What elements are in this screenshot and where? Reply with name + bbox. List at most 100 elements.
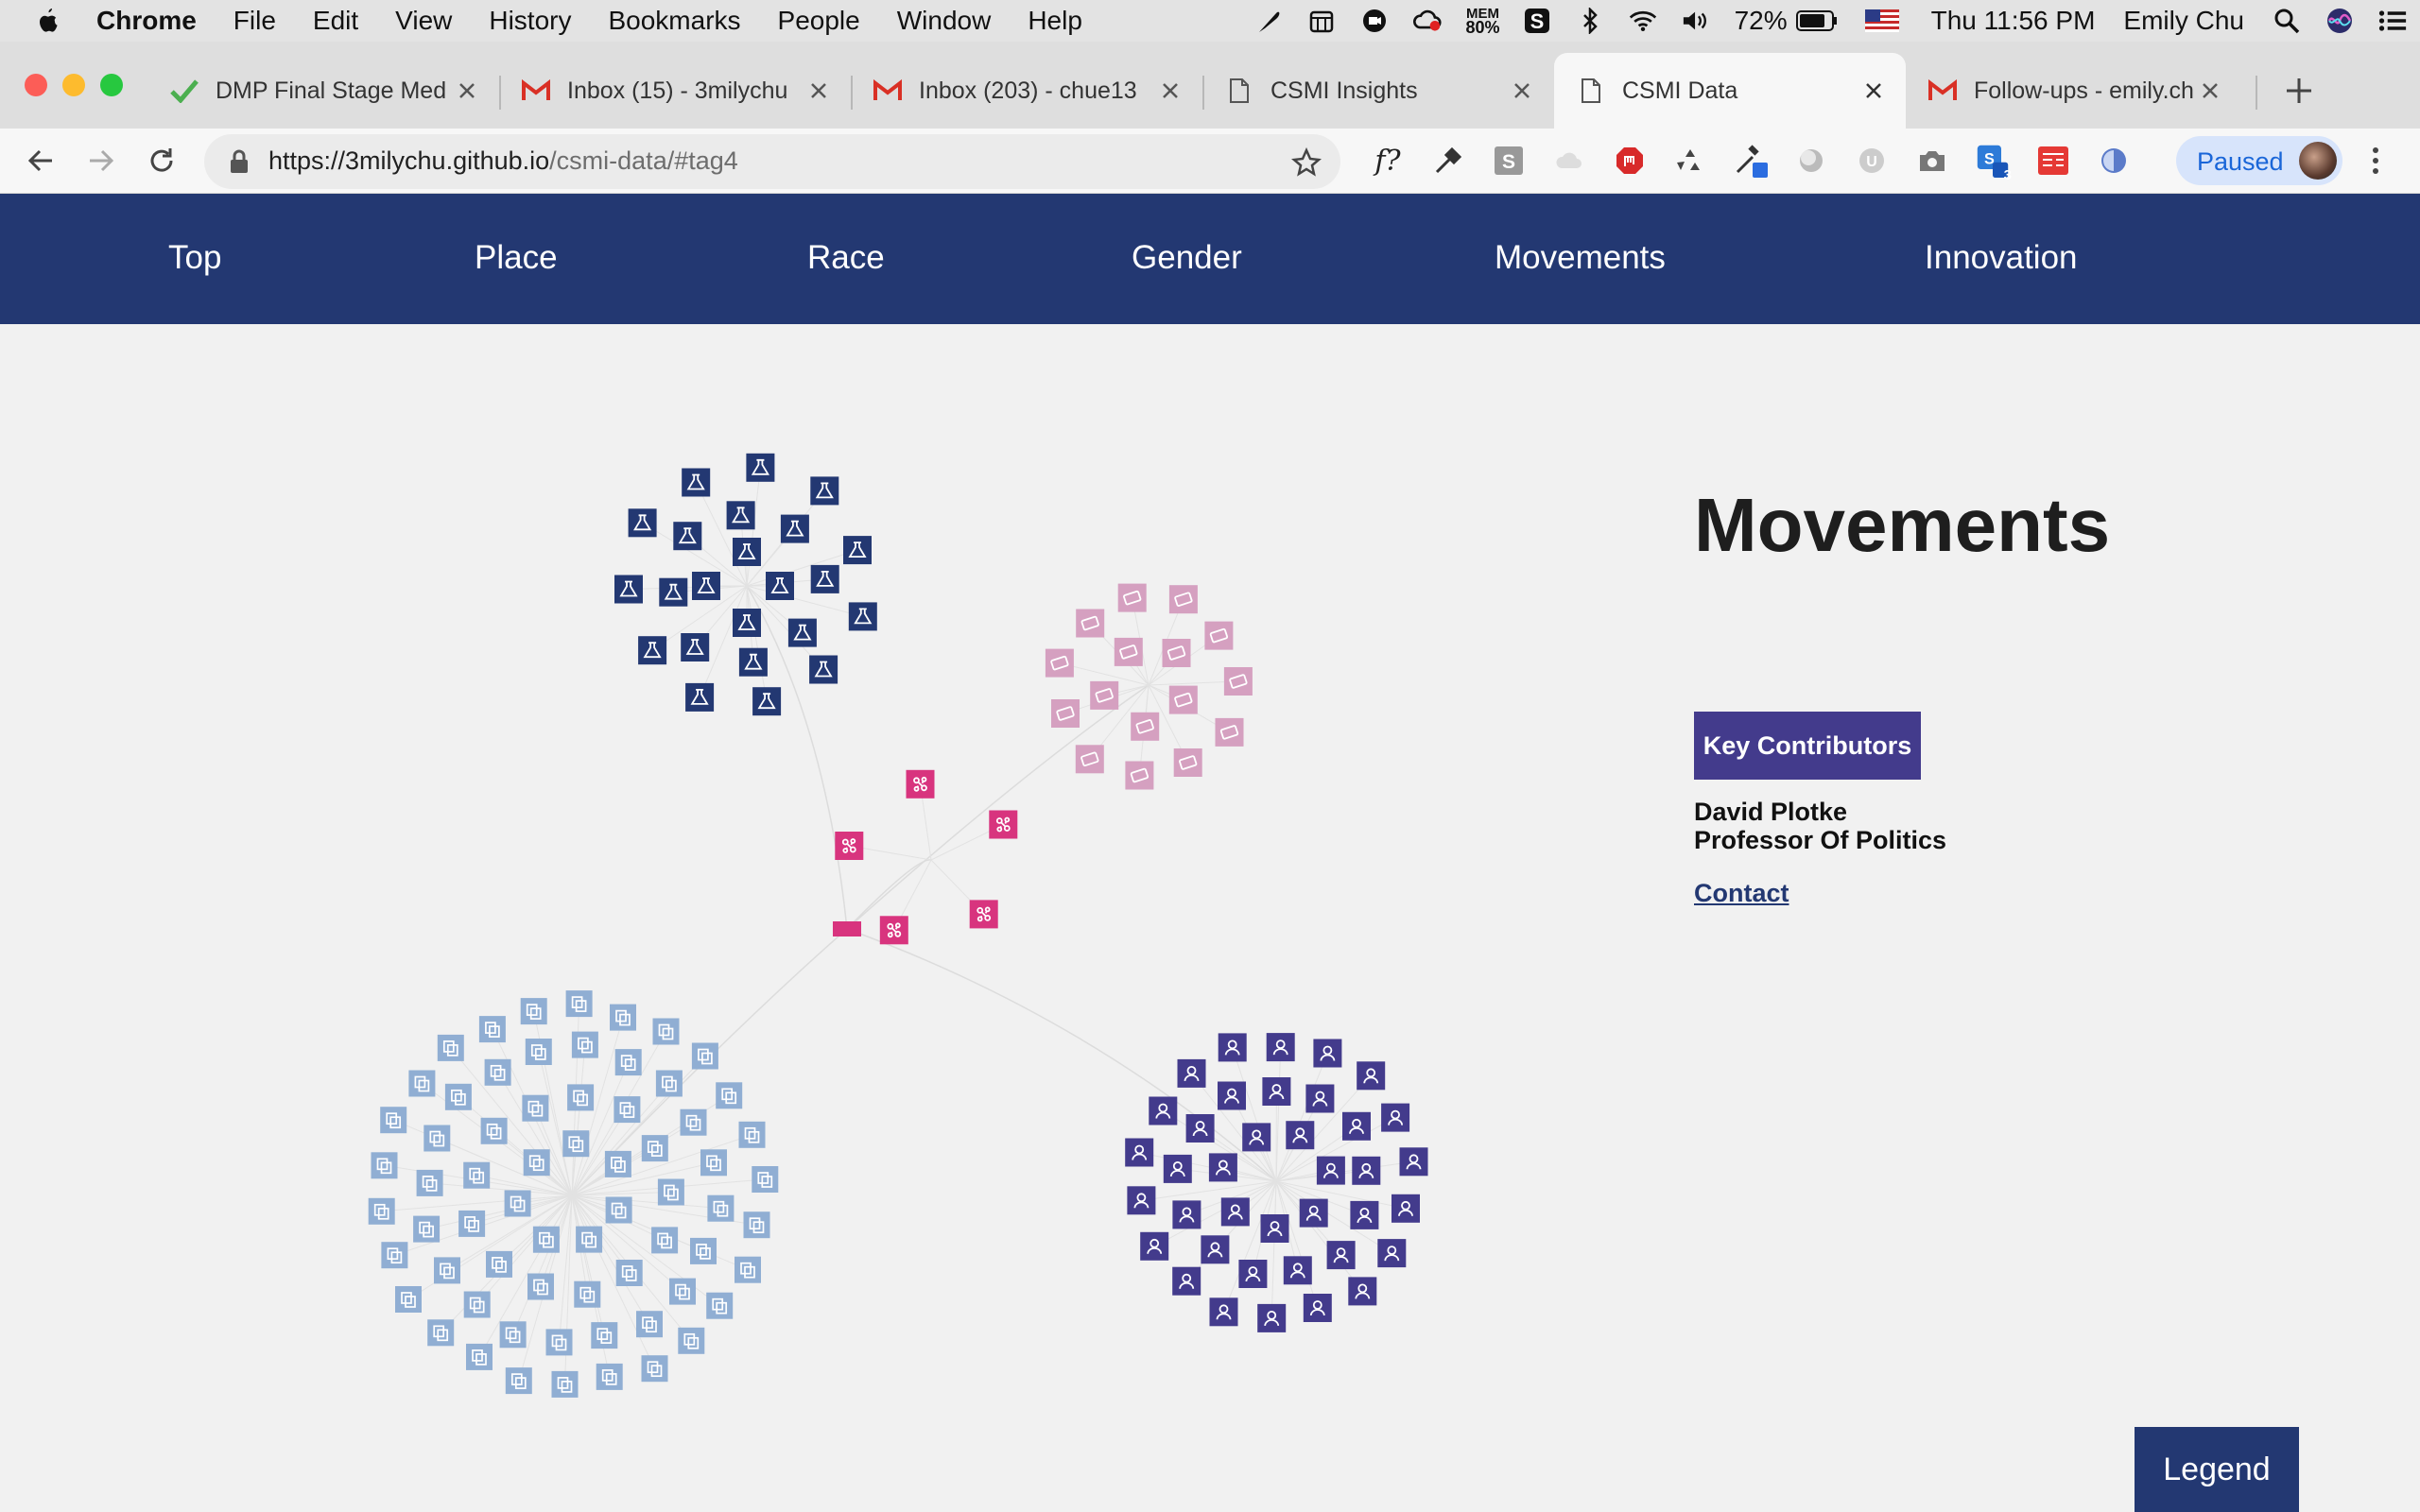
network-node[interactable]: [780, 514, 809, 543]
network-node[interactable]: [525, 1039, 552, 1065]
network-node[interactable]: [906, 769, 935, 799]
news-extension-icon[interactable]: [2036, 144, 2070, 178]
network-node[interactable]: [969, 900, 998, 929]
network-node[interactable]: [678, 1327, 705, 1354]
network-node[interactable]: [545, 1329, 573, 1356]
color-picker-extension-icon[interactable]: [1734, 144, 1768, 178]
cloud-extension-icon[interactable]: [1552, 144, 1586, 178]
network-node[interactable]: [1045, 648, 1074, 678]
network-node[interactable]: [1326, 1241, 1356, 1270]
reload-icon[interactable]: [144, 143, 180, 179]
network-node[interactable]: [381, 1242, 408, 1269]
network-node[interactable]: [1075, 745, 1104, 774]
apple-menu-icon[interactable]: [38, 9, 59, 33]
network-node[interactable]: [1163, 1154, 1192, 1183]
network-node[interactable]: [1218, 1033, 1247, 1062]
network-node[interactable]: [1357, 1061, 1386, 1091]
network-node[interactable]: [738, 647, 768, 677]
menu-edit[interactable]: Edit: [313, 6, 358, 36]
network-node[interactable]: [1201, 1235, 1230, 1264]
window-close-button[interactable]: [25, 74, 47, 96]
network-node[interactable]: [499, 1321, 527, 1349]
network-node[interactable]: [504, 1190, 531, 1217]
network-node[interactable]: [1242, 1123, 1271, 1152]
volume-icon[interactable]: [1682, 7, 1710, 35]
wifi-icon[interactable]: [1629, 7, 1657, 35]
network-node[interactable]: [733, 538, 761, 566]
network-node[interactable]: [843, 536, 872, 565]
network-node[interactable]: [1090, 680, 1119, 710]
user-name[interactable]: Emily Chu: [2123, 6, 2244, 36]
network-node[interactable]: [680, 1108, 707, 1136]
menu-file[interactable]: File: [233, 6, 276, 36]
network-node[interactable]: [1223, 667, 1253, 696]
close-tab-icon[interactable]: [805, 77, 832, 104]
network-node[interactable]: [565, 990, 593, 1018]
circle-extension-icon[interactable]: [1794, 144, 1828, 178]
battery-percent[interactable]: 72%: [1735, 6, 1788, 36]
bluetooth-icon[interactable]: [1576, 7, 1604, 35]
network-node[interactable]: [706, 1292, 734, 1319]
network-node[interactable]: [1218, 1081, 1246, 1110]
tab-csmi-insights[interactable]: CSMI Insights: [1182, 53, 1554, 129]
network-node[interactable]: [1342, 1111, 1371, 1141]
close-tab-icon[interactable]: [1860, 77, 1887, 104]
network-node[interactable]: [1114, 637, 1143, 666]
network-node[interactable]: [641, 1355, 668, 1383]
network-node[interactable]: [628, 508, 657, 538]
network-node[interactable]: [424, 1125, 451, 1152]
network-node[interactable]: [681, 633, 710, 662]
network-node[interactable]: [1172, 1200, 1201, 1229]
video-record-icon[interactable]: [1360, 7, 1389, 35]
new-tab-icon[interactable]: [2282, 74, 2316, 108]
network-node[interactable]: [380, 1107, 407, 1134]
close-tab-icon[interactable]: [2197, 77, 2223, 104]
network-node[interactable]: [1162, 639, 1191, 667]
network-node[interactable]: [651, 1227, 679, 1254]
contact-link[interactable]: Contact: [1694, 879, 1789, 908]
network-node[interactable]: [809, 655, 838, 684]
network-node[interactable]: [733, 609, 761, 637]
network-node[interactable]: [458, 1210, 486, 1237]
network-node[interactable]: [596, 1363, 623, 1390]
menu-bookmarks[interactable]: Bookmarks: [608, 6, 740, 36]
network-node[interactable]: [571, 1031, 598, 1058]
network-node[interactable]: [532, 1226, 560, 1253]
network-node[interactable]: [1172, 1266, 1201, 1296]
network-node[interactable]: [1051, 699, 1080, 728]
legend-button[interactable]: Legend: [2135, 1427, 2299, 1512]
nav-top[interactable]: Top: [168, 239, 221, 277]
network-node[interactable]: [523, 1149, 550, 1177]
network-node[interactable]: [484, 1058, 511, 1086]
network-node[interactable]: [879, 916, 908, 945]
network-node[interactable]: [1313, 1039, 1342, 1068]
network-node[interactable]: [1392, 1194, 1420, 1223]
network-node[interactable]: [567, 1084, 595, 1111]
network-node[interactable]: [463, 1161, 491, 1189]
network-node[interactable]: [434, 1257, 460, 1284]
network-node[interactable]: [368, 1197, 395, 1225]
spotlight-search-icon[interactable]: [2273, 7, 2301, 35]
menu-app-name[interactable]: Chrome: [96, 6, 197, 36]
network-node[interactable]: [1377, 1239, 1407, 1268]
network-node[interactable]: [614, 1096, 641, 1124]
network-node[interactable]: [659, 577, 688, 607]
network-node[interactable]: [810, 476, 839, 506]
shield-extension-icon[interactable]: [2097, 144, 2131, 178]
u-extension-icon[interactable]: U: [1855, 144, 1889, 178]
nav-innovation[interactable]: Innovation: [1925, 239, 2078, 277]
url-text[interactable]: https://3milychu.github.io/csmi-data/#ta…: [268, 146, 738, 176]
network-node[interactable]: [1177, 1058, 1206, 1088]
network-node[interactable]: [989, 810, 1018, 839]
s-app-icon[interactable]: S: [1523, 7, 1551, 35]
network-node[interactable]: [562, 1130, 590, 1158]
network-node[interactable]: [726, 501, 755, 530]
network-node[interactable]: [413, 1215, 441, 1243]
network-node[interactable]: [416, 1169, 443, 1196]
close-tab-icon[interactable]: [454, 77, 480, 104]
network-node[interactable]: [1168, 685, 1198, 714]
network-node[interactable]: [520, 998, 547, 1025]
network-node[interactable]: [1286, 1121, 1315, 1150]
network-node[interactable]: [738, 1121, 766, 1148]
network-node[interactable]: [395, 1286, 422, 1313]
